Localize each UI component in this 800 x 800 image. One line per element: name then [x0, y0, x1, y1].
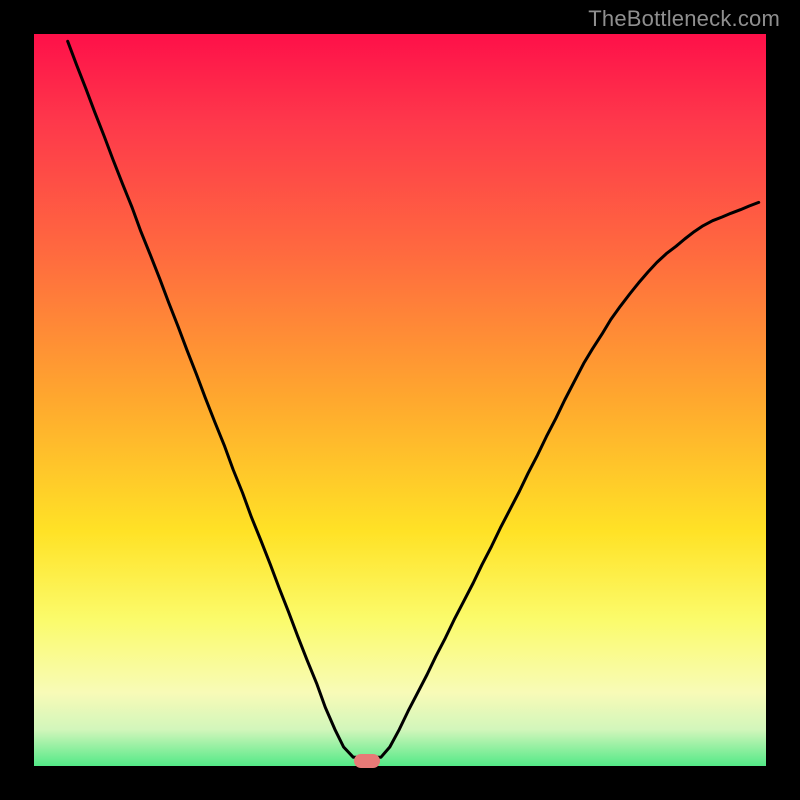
plot-area [34, 34, 766, 766]
chart-frame: TheBottleneck.com [0, 0, 800, 800]
optimum-marker [354, 754, 380, 768]
watermark-text: TheBottleneck.com [588, 6, 780, 32]
